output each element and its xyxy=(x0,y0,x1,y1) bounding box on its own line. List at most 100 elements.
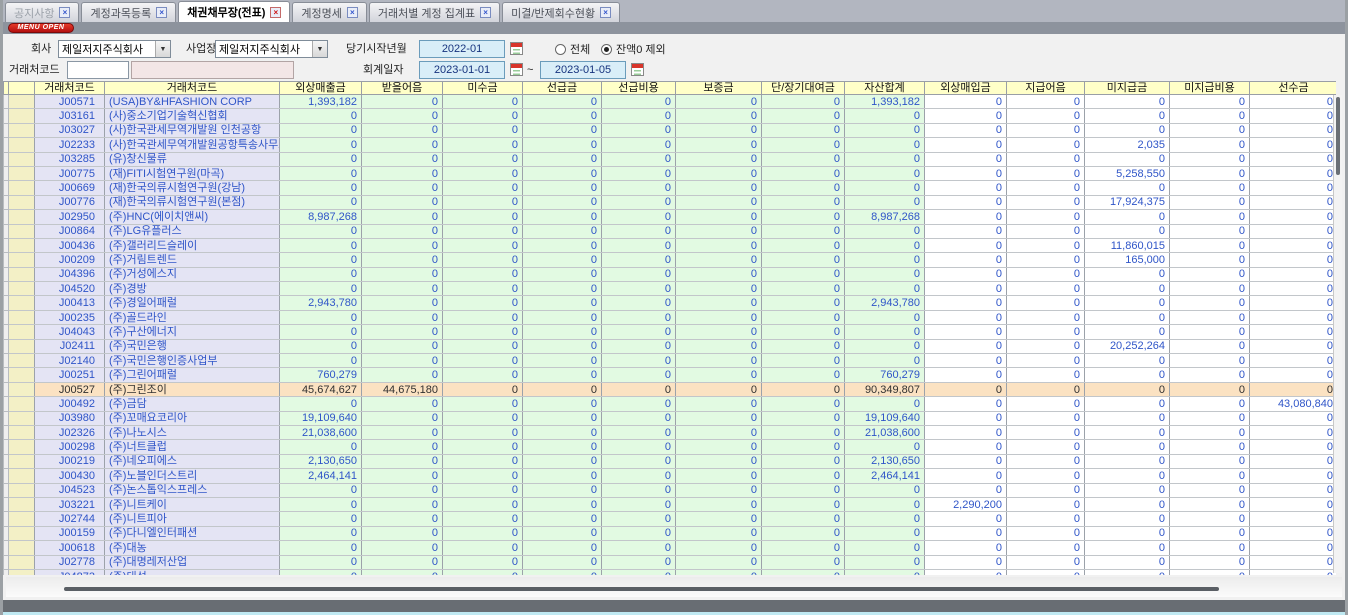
amount-cell[interactable]: 0 xyxy=(925,195,1007,209)
amount-cell[interactable]: 0 xyxy=(1250,224,1337,238)
amount-cell[interactable]: 0 xyxy=(443,282,523,296)
amount-cell[interactable]: 0 xyxy=(1250,483,1337,497)
amount-cell[interactable]: 0 xyxy=(523,425,602,439)
amount-cell[interactable]: 0 xyxy=(1170,526,1250,540)
amount-cell[interactable]: 0 xyxy=(523,195,602,209)
amount-cell[interactable]: 0 xyxy=(676,368,762,382)
amount-cell[interactable]: 0 xyxy=(676,526,762,540)
amount-cell[interactable]: 0 xyxy=(280,282,362,296)
column-header[interactable]: 거래처코드 xyxy=(35,82,105,95)
column-header[interactable]: 외상매출금 xyxy=(280,82,362,95)
amount-cell[interactable]: 0 xyxy=(602,310,676,324)
row-selector[interactable] xyxy=(9,267,35,281)
amount-cell[interactable]: 0 xyxy=(602,195,676,209)
amount-cell[interactable]: 0 xyxy=(762,152,845,166)
amount-cell[interactable]: 0 xyxy=(1170,138,1250,152)
amount-cell[interactable]: 0 xyxy=(1085,397,1170,411)
amount-cell[interactable]: 0 xyxy=(1085,569,1170,575)
amount-cell[interactable]: 0 xyxy=(845,512,925,526)
amount-cell[interactable]: 0 xyxy=(1085,109,1170,123)
amount-cell[interactable]: 0 xyxy=(362,440,443,454)
amount-cell[interactable]: 0 xyxy=(362,166,443,180)
amount-cell[interactable]: 0 xyxy=(1170,181,1250,195)
amount-cell[interactable]: 0 xyxy=(762,569,845,575)
amount-cell[interactable]: 0 xyxy=(1007,512,1085,526)
close-icon[interactable]: × xyxy=(270,7,281,18)
amount-cell[interactable]: 0 xyxy=(676,166,762,180)
amount-cell[interactable]: 0 xyxy=(280,354,362,368)
vendor-name-cell[interactable]: (주)대농 xyxy=(105,541,280,555)
amount-cell[interactable]: 0 xyxy=(443,382,523,396)
date-to-input[interactable]: 2023-01-05 xyxy=(540,61,626,79)
amount-cell[interactable]: 0 xyxy=(362,368,443,382)
amount-cell[interactable]: 0 xyxy=(362,325,443,339)
amount-cell[interactable]: 0 xyxy=(523,440,602,454)
amount-cell[interactable]: 0 xyxy=(676,354,762,368)
table-row[interactable]: J02950(주)HNC(에이치앤씨)8,987,2680000008,987,… xyxy=(4,210,1337,224)
vendor-code-cell[interactable]: J00298 xyxy=(35,440,105,454)
amount-cell[interactable]: 0 xyxy=(602,138,676,152)
date-from-input[interactable]: 2023-01-01 xyxy=(419,61,505,79)
amount-cell[interactable]: 0 xyxy=(925,210,1007,224)
amount-cell[interactable]: 0 xyxy=(362,555,443,569)
table-row[interactable]: J00159(주)다니엘인터패션0000000000000 xyxy=(4,526,1337,540)
vendor-code-cell[interactable]: J04873 xyxy=(35,569,105,575)
amount-cell[interactable]: 0 xyxy=(762,454,845,468)
amount-cell[interactable]: 0 xyxy=(845,152,925,166)
amount-cell[interactable]: 0 xyxy=(523,95,602,109)
table-row[interactable]: J02778(주)대명레저산업0000000000000 xyxy=(4,555,1337,569)
amount-cell[interactable]: 0 xyxy=(602,440,676,454)
amount-cell[interactable]: 0 xyxy=(1007,296,1085,310)
amount-cell[interactable]: 0 xyxy=(1170,368,1250,382)
amount-cell[interactable]: 0 xyxy=(925,354,1007,368)
amount-cell[interactable]: 0 xyxy=(1250,354,1337,368)
vendor-name-cell[interactable]: (주)HNC(에이치앤씨) xyxy=(105,210,280,224)
amount-cell[interactable]: 8,987,268 xyxy=(280,210,362,224)
row-selector[interactable] xyxy=(9,181,35,195)
amount-cell[interactable]: 0 xyxy=(925,382,1007,396)
amount-cell[interactable]: 0 xyxy=(762,440,845,454)
vendor-name-cell[interactable]: (사)중소기업기술혁신협회 xyxy=(105,109,280,123)
amount-cell[interactable]: 0 xyxy=(443,210,523,224)
amount-cell[interactable]: 0 xyxy=(280,310,362,324)
amount-cell[interactable]: 0 xyxy=(602,95,676,109)
amount-cell[interactable]: 0 xyxy=(523,368,602,382)
vendor-name-cell[interactable]: (주)경방 xyxy=(105,282,280,296)
amount-cell[interactable]: 0 xyxy=(676,95,762,109)
amount-cell[interactable]: 0 xyxy=(676,483,762,497)
vendor-code-cell[interactable]: J02140 xyxy=(35,354,105,368)
amount-cell[interactable]: 0 xyxy=(676,569,762,575)
amount-cell[interactable]: 0 xyxy=(602,152,676,166)
amount-cell[interactable]: 0 xyxy=(1007,469,1085,483)
table-row[interactable]: J00776(재)한국의류시험연구원(본점)000000000017,924,3… xyxy=(4,195,1337,209)
amount-cell[interactable]: 0 xyxy=(523,541,602,555)
amount-cell[interactable]: 0 xyxy=(523,569,602,575)
amount-cell[interactable]: 0 xyxy=(280,497,362,511)
tab-3[interactable]: 채권채무장(전표)× xyxy=(178,1,290,22)
vendor-code-cell[interactable]: J03221 xyxy=(35,497,105,511)
amount-cell[interactable]: 0 xyxy=(280,224,362,238)
amount-cell[interactable]: 0 xyxy=(602,354,676,368)
amount-cell[interactable]: 0 xyxy=(280,339,362,353)
vendor-code-cell[interactable]: J00436 xyxy=(35,238,105,252)
amount-cell[interactable]: 0 xyxy=(762,224,845,238)
tab-4[interactable]: 계정명세× xyxy=(292,2,366,22)
table-row[interactable]: J00492(주)금담00000000000043,080,840 xyxy=(4,397,1337,411)
row-selector[interactable] xyxy=(9,224,35,238)
column-header[interactable]: 선급비용 xyxy=(602,82,676,95)
amount-cell[interactable]: 0 xyxy=(676,469,762,483)
amount-cell[interactable]: 2,464,141 xyxy=(845,469,925,483)
amount-cell[interactable]: 0 xyxy=(845,166,925,180)
amount-cell[interactable]: 0 xyxy=(1085,526,1170,540)
table-row[interactable]: J02233(사)한국관세무역개발원공항특송사무소00000000002,035… xyxy=(4,138,1337,152)
amount-cell[interactable]: 2,464,141 xyxy=(280,469,362,483)
amount-cell[interactable]: 0 xyxy=(1170,166,1250,180)
table-row[interactable]: J00775(재)FITI시험연구원(마곡)00000000005,258,55… xyxy=(4,166,1337,180)
amount-cell[interactable]: 0 xyxy=(1250,425,1337,439)
amount-cell[interactable]: 0 xyxy=(523,282,602,296)
amount-cell[interactable]: 0 xyxy=(762,282,845,296)
amount-cell[interactable]: 0 xyxy=(280,440,362,454)
vendor-name-cell[interactable]: (재)FITI시험연구원(마곡) xyxy=(105,166,280,180)
amount-cell[interactable]: 0 xyxy=(362,267,443,281)
amount-cell[interactable]: 0 xyxy=(1007,253,1085,267)
